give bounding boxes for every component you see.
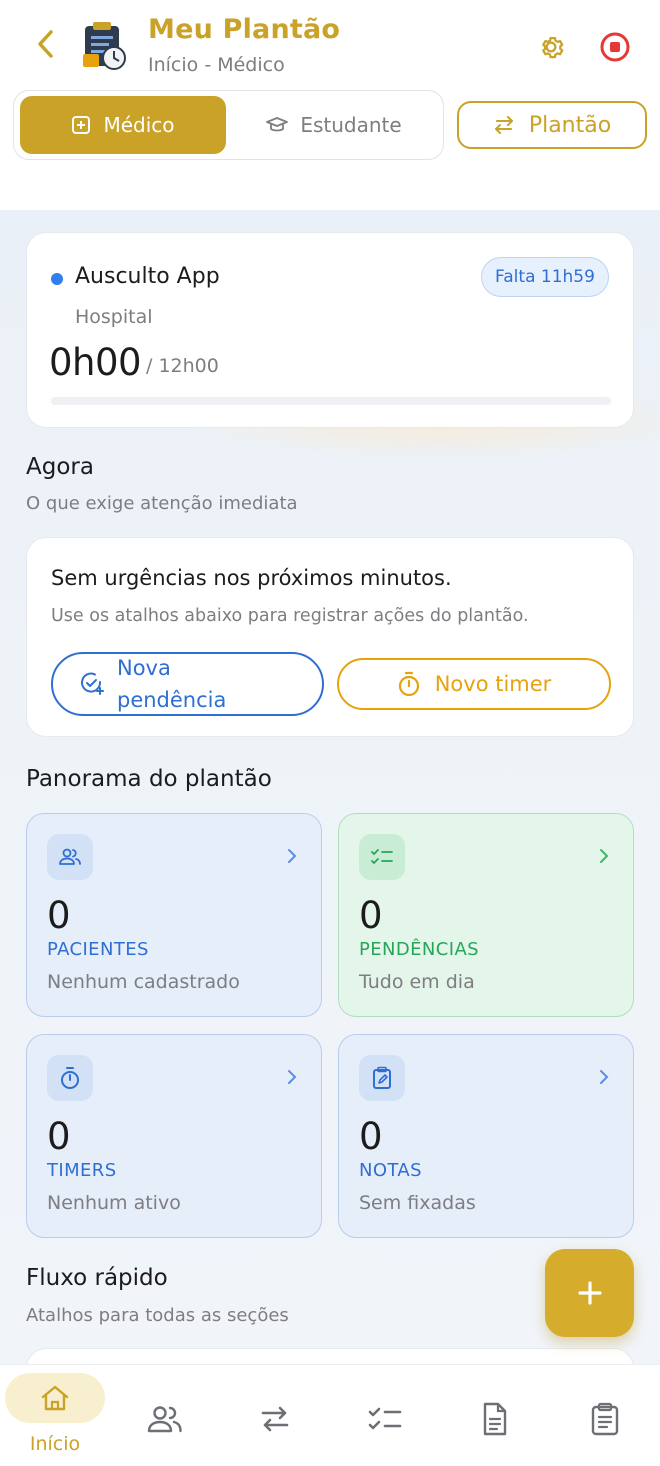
nav-item-pendencias[interactable]	[330, 1365, 440, 1466]
back-button[interactable]	[28, 26, 64, 62]
urgency-hint: Use os atalhos abaixo para registrar açõ…	[51, 606, 529, 626]
chevron-right-icon	[600, 849, 609, 863]
now-section-title: Agora	[26, 454, 94, 480]
stat-card-pendencias[interactable]: 0 PENDÊNCIAS Tudo em dia	[338, 813, 634, 1017]
stat-label: PACIENTES	[47, 939, 149, 960]
stat-card-pacientes[interactable]: 0 PACIENTES Nenhum cadastrado	[26, 813, 322, 1017]
shift-place: Hospital	[75, 306, 153, 328]
users-icon	[145, 1399, 185, 1439]
page-subtitle: Início - Médico	[148, 54, 285, 76]
new-timer-button[interactable]: Novo timer	[337, 658, 611, 710]
stopwatch-icon	[398, 671, 419, 697]
stop-shift-button[interactable]	[596, 28, 634, 66]
nav-item-inicio[interactable]: Início	[0, 1365, 110, 1466]
stat-count: 0	[359, 894, 383, 937]
shift-progress-bar	[51, 397, 611, 405]
shift-name: Ausculto App	[75, 264, 220, 289]
elapsed-time: 0h00	[49, 341, 142, 384]
stat-sub: Nenhum cadastrado	[47, 971, 240, 993]
chevron-right-icon	[288, 1070, 297, 1084]
home-icon	[41, 1385, 69, 1411]
add-fab-button[interactable]	[545, 1249, 634, 1337]
nav-label-inicio: Início	[29, 1433, 81, 1455]
nav-item-documentos[interactable]	[440, 1365, 550, 1466]
nav-item-pacientes[interactable]	[110, 1365, 220, 1466]
fluxo-subtitle: Atalhos para todas as seções	[26, 1305, 289, 1326]
checklist-icon	[359, 834, 405, 880]
settings-button[interactable]	[532, 28, 570, 66]
time-remaining-badge: Falta 11h59	[481, 257, 609, 297]
edit-note-icon	[359, 1055, 405, 1101]
new-pendencia-button[interactable]: Nova pendência	[51, 652, 324, 716]
now-section-subtitle: O que exige atenção imediata	[26, 493, 298, 514]
stat-label: PENDÊNCIAS	[359, 939, 480, 960]
total-time: / 12h00	[146, 355, 219, 377]
clipboard-clock-icon	[80, 20, 130, 72]
shift-card[interactable]: Ausculto App Hospital Falta 11h59 0h00 /…	[26, 232, 634, 428]
switch-plantao-button[interactable]: Plantão	[457, 101, 647, 149]
segment-estudante-label: Estudante	[300, 113, 402, 137]
stopwatch-icon	[47, 1055, 93, 1101]
stat-card-notas[interactable]: 0 NOTAS Sem fixadas	[338, 1034, 634, 1238]
stat-label: TIMERS	[47, 1160, 117, 1181]
new-pendencia-label: Nova pendência	[117, 656, 227, 712]
stat-sub: Sem fixadas	[359, 1192, 476, 1214]
nav-item-plantoes[interactable]	[220, 1365, 330, 1466]
stat-count: 0	[359, 1115, 383, 1158]
plus-square-icon	[72, 116, 91, 134]
stop-circle-icon	[600, 32, 630, 62]
urgency-card: Sem urgências nos próximos minutos. Use …	[26, 537, 634, 737]
chevron-right-icon	[288, 849, 297, 863]
clipboard-icon	[585, 1399, 625, 1439]
fluxo-title: Fluxo rápido	[26, 1265, 168, 1291]
stat-count: 0	[47, 1115, 71, 1158]
swap-arrows-icon	[494, 116, 513, 134]
plus-icon	[577, 1281, 602, 1305]
segment-estudante[interactable]: Estudante	[229, 96, 439, 154]
graduation-cap-icon	[266, 117, 289, 132]
new-timer-label: Novo timer	[434, 672, 552, 696]
stat-card-timers[interactable]: 0 TIMERS Nenhum ativo	[26, 1034, 322, 1238]
mode-segmented-control: Médico Estudante	[13, 90, 444, 160]
status-dot	[51, 273, 63, 285]
nav-item-notas[interactable]	[550, 1365, 660, 1466]
document-icon	[475, 1399, 515, 1439]
app-header: Meu Plantão Início - Médico Médico Estud…	[0, 0, 660, 210]
panorama-title: Panorama do plantão	[26, 766, 272, 792]
page-title: Meu Plantão	[148, 14, 341, 45]
segment-medico[interactable]: Médico	[20, 96, 226, 154]
stat-label: NOTAS	[359, 1160, 422, 1181]
chevron-right-icon	[600, 1070, 609, 1084]
segment-medico-label: Médico	[103, 113, 175, 137]
check-circle-plus-icon	[81, 672, 104, 695]
stat-sub: Tudo em dia	[359, 971, 475, 993]
switch-plantao-label: Plantão	[528, 112, 612, 138]
gear-icon	[542, 37, 564, 59]
users-icon	[47, 834, 93, 880]
nav-active-pill	[5, 1373, 105, 1423]
bottom-navigation: Início	[0, 1364, 660, 1466]
stat-count: 0	[47, 894, 71, 937]
swap-arrows-icon	[255, 1399, 295, 1439]
urgency-message: Sem urgências nos próximos minutos.	[51, 566, 452, 590]
checklist-icon	[365, 1399, 405, 1439]
chevron-left-icon	[38, 30, 53, 58]
stat-sub: Nenhum ativo	[47, 1192, 181, 1214]
